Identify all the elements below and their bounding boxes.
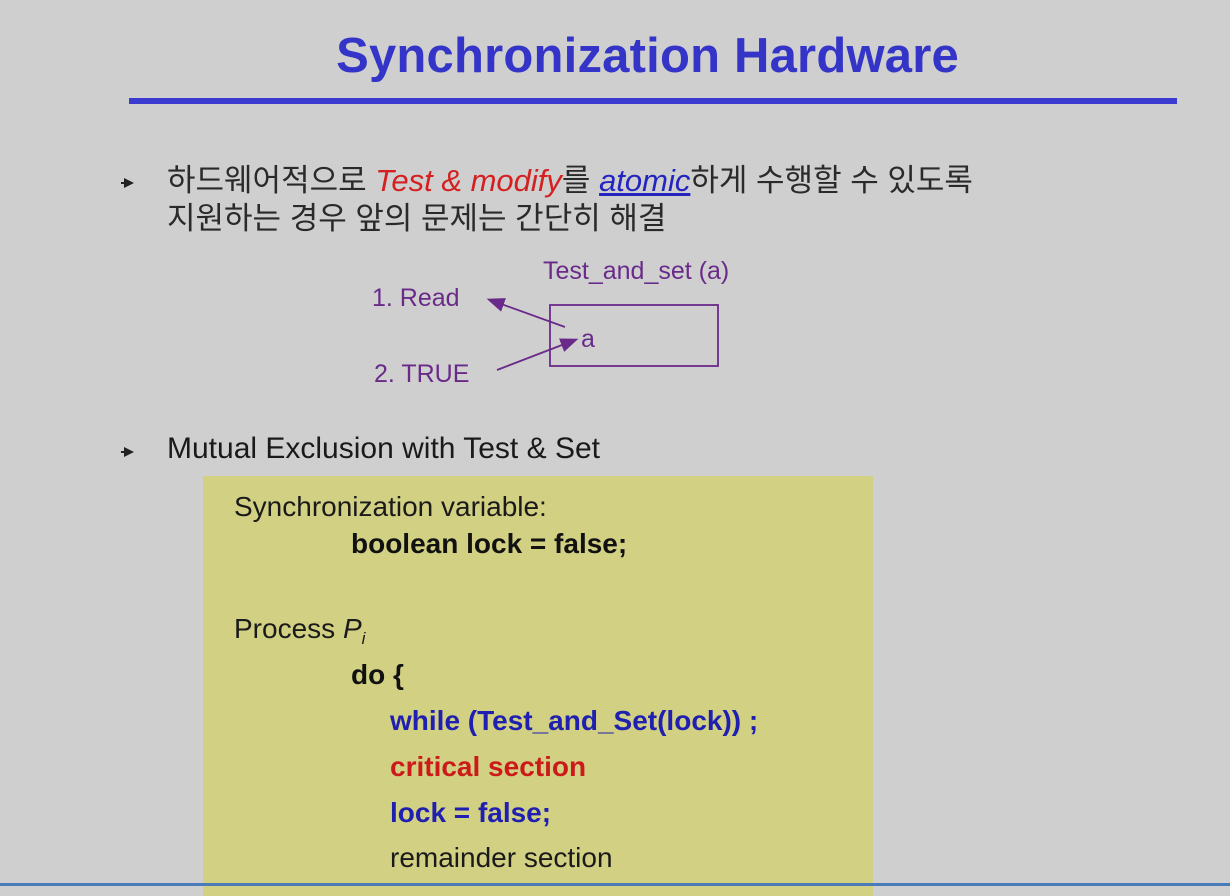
bullet-1-line-2: 지원하는 경우 앞의 문제는 간단히 해결 [167, 201, 667, 236]
slide-title: Synchronization Hardware [336, 29, 959, 83]
bullet-arrow-icon [121, 178, 134, 188]
bullet-2-text: Mutual Exclusion with Test & Set [167, 432, 600, 465]
while-test-and-set-line: while (Test_and_Set(lock)) ; [390, 705, 759, 736]
title-divider [129, 98, 1177, 104]
do-open: do { [351, 659, 404, 690]
lock-false-line: lock = false; [390, 797, 552, 828]
code-box: Synchronization variable: boolean lock =… [203, 476, 873, 896]
sync-var-label: Synchronization variable: [234, 491, 547, 522]
read-arrow [486, 298, 566, 328]
bullet-1-text-c: 하게 수행할 수 있도록 [690, 163, 973, 198]
test-modify-emphasis: Test & modify [375, 163, 562, 198]
bullet-arrow-icon [121, 447, 134, 457]
diagram-title-label: Test_and_set (a) [543, 257, 729, 285]
process-symbol: P [342, 613, 362, 644]
true-arrow [496, 338, 579, 371]
sync-var-declaration: boolean lock = false; [351, 528, 628, 559]
diagram-read-label: 1. Read [372, 284, 460, 312]
memory-cell-label: a [581, 325, 595, 353]
process-label: Process Pi [234, 612, 365, 656]
bullet-1-text-b: 를 [561, 163, 600, 198]
process-subscript: i [361, 629, 366, 648]
process-label-text: Process [234, 613, 343, 644]
critical-section-line: critical section [390, 751, 587, 782]
memory-cell-box [549, 304, 719, 367]
diagram-true-label: 2. TRUE [374, 360, 469, 388]
atomic-emphasis: atomic [599, 163, 691, 198]
remainder-section-line: remainder section [390, 842, 613, 873]
bullet-1-line-1: 하드웨어적으로 Test & modify를 atomic하게 수행할 수 있도… [167, 162, 973, 200]
bullet-1-text-a: 하드웨어적으로 [167, 163, 376, 198]
